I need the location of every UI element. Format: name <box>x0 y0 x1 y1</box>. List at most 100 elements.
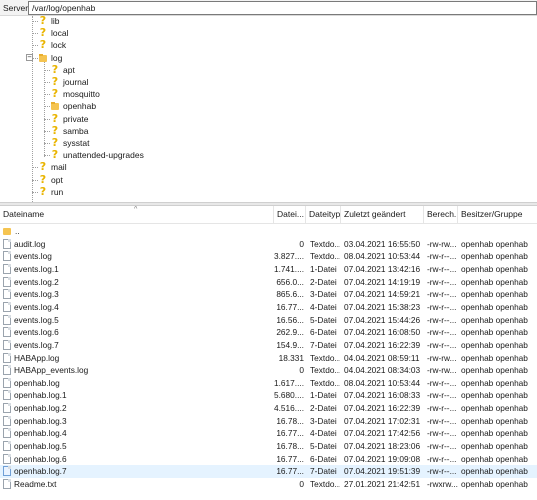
file-row[interactable]: events.log.3 865.6... 3-Datei 07.04.2021 14… <box>0 288 537 301</box>
file-icon <box>3 365 11 376</box>
tree-connector <box>32 179 38 181</box>
file-row[interactable]: events.log.6 262.9... 6-Datei 07.04.2021 16… <box>0 326 537 339</box>
file-row[interactable]: openhab.log.2 4.516.... 2-Datei 07.04.2021 … <box>0 402 537 415</box>
tree-item-journal[interactable]: ? journal <box>50 76 89 88</box>
folder-icon <box>3 227 12 235</box>
file-row[interactable]: events.log 3.827.... Textdo... 08.04.2021 1… <box>0 250 537 263</box>
column-header-type[interactable]: Dateityp <box>306 206 341 224</box>
file-row[interactable]: openhab.log.7 16.77... 7-Datei 07.04.2021 1… <box>0 465 537 478</box>
file-name: HABApp.log <box>14 352 60 363</box>
file-name-cell: events.log.6 <box>3 326 273 339</box>
file-permissions: -rwxrw... <box>427 479 458 489</box>
file-permissions: -rw-rw... <box>427 352 457 363</box>
file-modified: 03.04.2021 16:55:50 <box>344 238 421 249</box>
tree-item-run[interactable]: ? run <box>38 185 64 198</box>
file-row[interactable]: openhab.log.5 16.78... 5-Datei 07.04.2021 1… <box>0 440 537 453</box>
file-name: events.log.1 <box>14 263 59 274</box>
file-row[interactable]: openhab.log.3 16.78... 3-Datei 07.04.2021 1… <box>0 415 537 428</box>
file-name-cell: audit.log <box>3 238 273 251</box>
file-size: 18.331 <box>278 352 304 363</box>
column-header-modified[interactable]: Zuletzt geändert <box>341 206 424 224</box>
unknown-folder-icon: ? <box>51 123 59 137</box>
file-icon <box>3 479 11 489</box>
column-header-permissions[interactable]: Berech... <box>424 206 458 224</box>
column-header-owner[interactable]: Besitzer/Gruppe <box>458 206 537 224</box>
file-row[interactable]: audit.log 0 Textdo... 03.04.2021 16:55:50 -r… <box>0 238 537 251</box>
file-type: Textdo... <box>310 377 340 388</box>
file-row[interactable]: openhab.log.4 16.77... 4-Datei 07.04.2021 1… <box>0 427 537 440</box>
file-permissions: -rw-r--... <box>427 289 457 300</box>
tree-item-openhab[interactable]: openhab <box>50 100 96 112</box>
file-name-cell: Readme.txt <box>3 478 273 491</box>
file-name: Readme.txt <box>14 479 57 489</box>
file-row[interactable]: openhab.log.6 16.77... 6-Datei 07.04.2021 1… <box>0 453 537 466</box>
tree-item-private[interactable]: ? private <box>50 112 89 125</box>
file-type: Textdo... <box>310 352 340 363</box>
file-type: 3-Datei <box>310 289 337 300</box>
file-row[interactable]: events.log.1 1.741.... 1-Datei 07.04.2021 1… <box>0 263 537 276</box>
tree-item-unattended-upgrades[interactable]: ? unattended-upgrades <box>50 149 144 161</box>
file-size: 16.77... <box>276 301 304 312</box>
tree-item-label: samba <box>63 125 89 136</box>
file-type: 6-Datei <box>310 453 337 464</box>
file-name-cell: openhab.log.6 <box>3 453 273 466</box>
file-row[interactable]: events.log.4 16.77... 4-Datei 07.04.2021 15… <box>0 301 537 314</box>
file-name-cell: events.log.1 <box>3 263 273 276</box>
file-name: openhab.log.3 <box>14 415 67 426</box>
file-name-cell: events.log <box>3 250 273 263</box>
server-path-input[interactable] <box>28 1 537 15</box>
tree-item-sysstat[interactable]: ? sysstat <box>50 137 90 149</box>
file-row[interactable]: HABApp.log 18.331 Textdo... 04.04.2021 08:5… <box>0 352 537 365</box>
collapse-toggle-icon[interactable]: − <box>26 53 33 61</box>
file-type: 7-Datei <box>310 339 337 350</box>
file-name: openhab.log.7 <box>14 466 67 477</box>
file-modified: 07.04.2021 16:08:50 <box>344 327 421 338</box>
file-type: Textdo... <box>310 479 340 489</box>
file-owner: openhab openhab <box>461 238 528 249</box>
file-permissions: -rw-r--... <box>427 339 457 350</box>
tree-item-apt[interactable]: ? apt <box>50 63 75 76</box>
tree-item-label: sysstat <box>63 138 90 148</box>
directory-tree[interactable]: ? lib? local? lock log − ? apt? journal? mosquitt… <box>0 16 537 202</box>
tree-guide-line <box>32 16 33 202</box>
tree-item-mosquitto[interactable]: ? mosquitto <box>50 88 100 100</box>
tree-item-log[interactable]: log <box>38 52 62 64</box>
file-name-cell: HABApp_events.log <box>3 364 273 377</box>
tree-item-samba[interactable]: ? samba <box>50 123 89 137</box>
file-row[interactable]: events.log.7 154.9... 7-Datei 07.04.2021 16… <box>0 339 537 352</box>
tree-item-local[interactable]: ? local <box>38 27 69 39</box>
tree-item-mail[interactable]: ? mail <box>38 161 67 173</box>
file-icon <box>3 453 11 464</box>
file-type: 4-Datei <box>310 301 337 312</box>
file-icon <box>3 301 11 312</box>
parent-directory-row[interactable]: .. <box>0 225 537 238</box>
file-row[interactable]: openhab.log 1.617.... Textdo... 08.04.2021 … <box>0 377 537 390</box>
tree-item-lock[interactable]: ? lock <box>38 39 66 51</box>
file-name: events.log.6 <box>14 327 59 338</box>
file-name: openhab.log.2 <box>14 403 67 414</box>
tree-item-label: mail <box>51 162 67 173</box>
file-modified: 07.04.2021 14:59:21 <box>344 289 421 300</box>
tree-item-opt[interactable]: ? opt <box>38 172 63 186</box>
file-type: Textdo... <box>310 365 340 376</box>
column-header-size[interactable]: Datei... <box>274 206 306 224</box>
file-permissions: -rw-r--... <box>427 441 457 452</box>
file-permissions: -rw-r--... <box>427 377 457 388</box>
file-modified: 07.04.2021 18:23:06 <box>344 441 421 452</box>
folder-icon <box>38 53 48 62</box>
unknown-folder-icon: ? <box>39 172 47 186</box>
unknown-folder-icon: ? <box>39 160 47 174</box>
tree-connector <box>32 167 38 169</box>
tree-item-label: private <box>63 113 89 124</box>
file-owner: openhab openhab <box>461 327 528 338</box>
file-size: 1.741.... <box>274 263 304 274</box>
tree-item-label: lib <box>51 16 60 26</box>
file-row[interactable]: events.log.5 16.56... 5-Datei 07.04.2021 15… <box>0 314 537 327</box>
file-owner: openhab openhab <box>461 251 528 262</box>
file-row[interactable]: HABApp_events.log 0 Textdo... 04.04.2021 08… <box>0 364 537 377</box>
file-name: events.log <box>14 251 52 262</box>
file-permissions: -rw-rw... <box>427 365 457 376</box>
file-row[interactable]: openhab.log.1 5.680.... 1-Datei 07.04.2021 … <box>0 389 537 402</box>
file-row[interactable]: events.log.2 656.0... 2-Datei 07.04.2021 14… <box>0 276 537 289</box>
file-row[interactable]: Readme.txt 0 Textdo... 27.01.2021 21:42:51-… <box>0 478 537 491</box>
